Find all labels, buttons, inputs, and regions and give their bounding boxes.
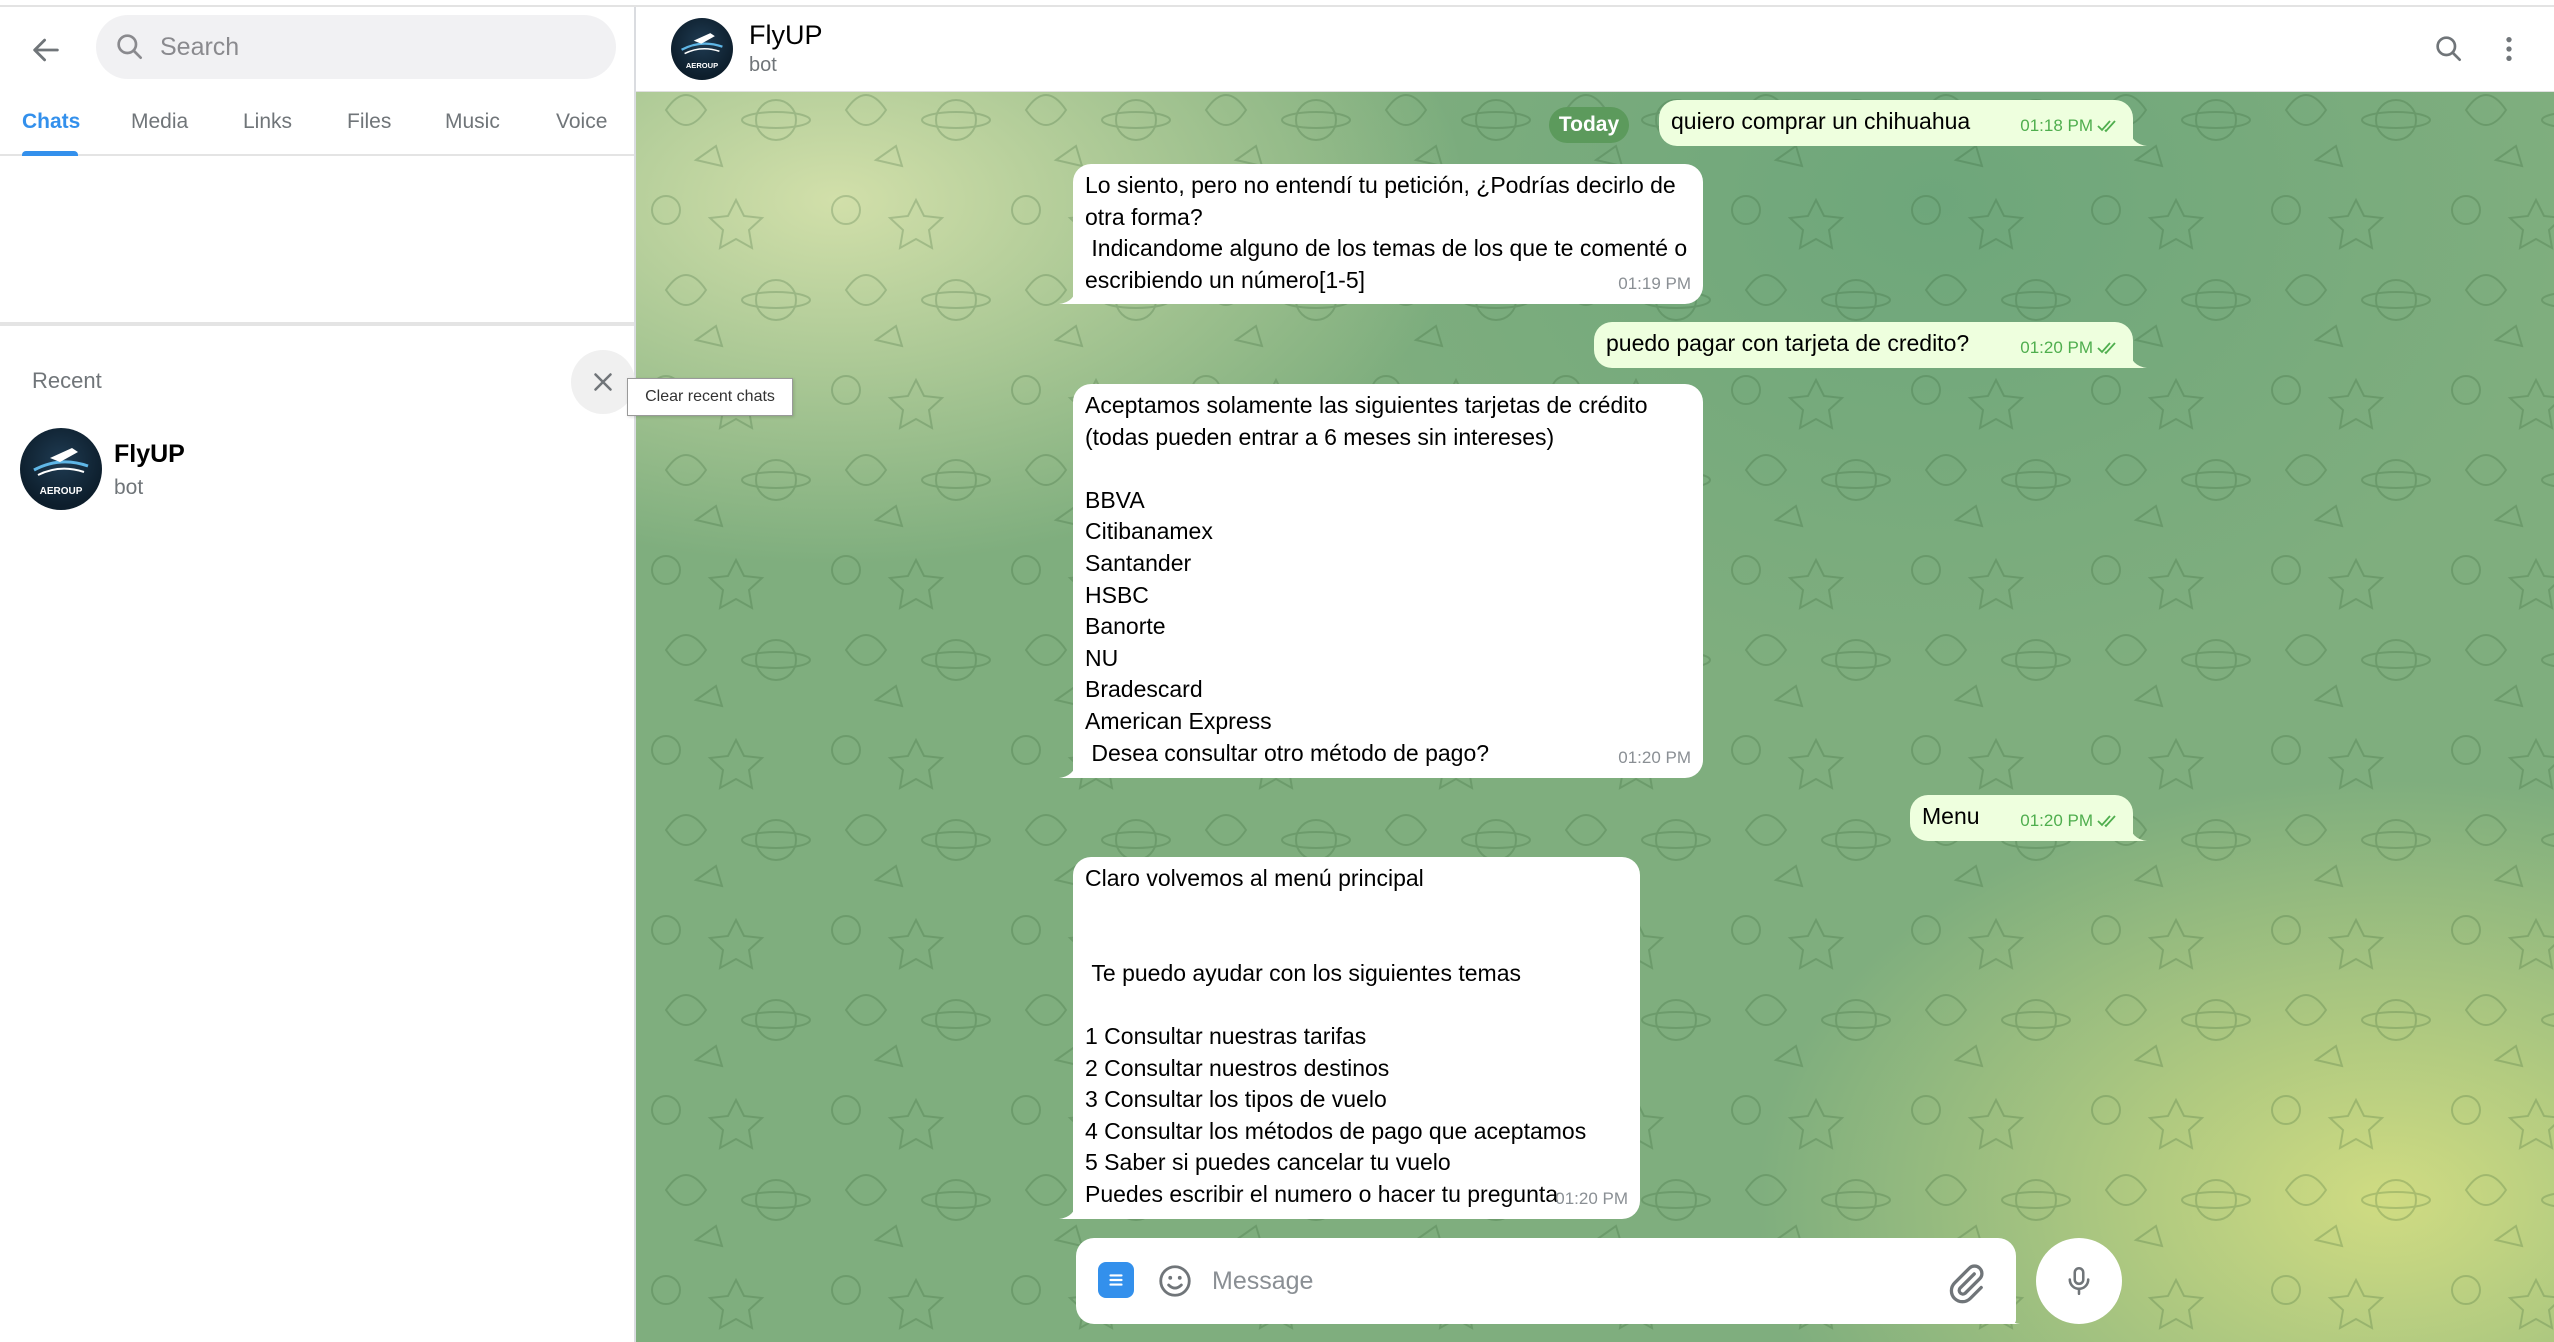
- message-input[interactable]: [1212, 1238, 1572, 1324]
- message-text: Aceptamos solamente las siguientes tarje…: [1085, 392, 1648, 766]
- recent-chat-name: FlyUP: [114, 440, 185, 468]
- bubble-tail: [2129, 823, 2147, 841]
- outgoing-message[interactable]: puedo pagar con tarjeta de credito? 01:2…: [1594, 322, 2147, 368]
- message-text: quiero comprar un chihuahua: [1671, 108, 1971, 134]
- message-meta: 01:20 PM: [1555, 1183, 1628, 1215]
- bubble-tail: [1059, 760, 1077, 778]
- chat-more-button[interactable]: [2486, 26, 2532, 72]
- bubble-tail: [1059, 286, 1077, 304]
- search-box[interactable]: [96, 15, 616, 79]
- outgoing-message[interactable]: quiero comprar un chihuahua 01:18 PM: [1659, 100, 2147, 146]
- search-icon: [2436, 36, 2461, 61]
- message-text: Claro volvemos al menú principal Te pued…: [1085, 865, 1587, 1207]
- svg-text:AEROUP: AEROUP: [686, 61, 718, 70]
- search-icon: [117, 34, 142, 59]
- message-time: 01:20 PM: [1555, 1189, 1628, 1209]
- message-text: Lo siento, pero no entendí tu petición, …: [1085, 172, 1688, 293]
- section-divider: [0, 322, 634, 326]
- left-sidebar: Chats Media Links Files Music Voice Rece…: [0, 0, 793, 1342]
- message-text: puedo pagar con tarjeta de credito?: [1606, 330, 1970, 356]
- message-time: 01:20 PM: [2020, 338, 2093, 358]
- clear-recent-button[interactable]: [571, 350, 635, 414]
- bubble-tail: [1059, 1201, 1077, 1219]
- chat-avatar[interactable]: AEROUP: [671, 18, 733, 80]
- recent-chat-item[interactable]: AEROUP FlyUP bot: [18, 426, 618, 510]
- message-time: 01:20 PM: [2020, 811, 2093, 831]
- more-vertical-icon: [2506, 37, 2512, 61]
- avatar: AEROUP: [20, 428, 102, 510]
- tab-media[interactable]: Media: [131, 110, 188, 150]
- message-text: Menu: [1922, 803, 1980, 829]
- tab-voice[interactable]: Voice: [556, 110, 607, 150]
- tab-chats[interactable]: Chats: [22, 110, 80, 150]
- incoming-message[interactable]: Aceptamos solamente las siguientes tarje…: [1059, 384, 1703, 778]
- recent-heading: Recent: [32, 368, 102, 393]
- chat-header: AEROUP FlyUP bot: [636, 0, 2554, 92]
- incoming-message[interactable]: Lo siento, pero no entendí tu petición, …: [1059, 164, 1703, 304]
- date-separator: Today: [1549, 107, 1629, 143]
- outgoing-message[interactable]: Menu 01:20 PM: [1910, 795, 2147, 841]
- message-meta: 01:18 PM: [2020, 110, 2121, 142]
- search-tabs: Chats Media Links Files Music Voice: [0, 92, 634, 156]
- message-meta: 01:20 PM: [1618, 742, 1691, 774]
- incoming-message[interactable]: Claro volvemos al menú principal Te pued…: [1059, 857, 1640, 1219]
- message-meta: 01:20 PM: [2020, 332, 2121, 364]
- menu-icon: [1109, 1274, 1123, 1286]
- double-check-icon: [2097, 120, 2116, 133]
- double-check-icon: [2097, 815, 2116, 828]
- chat-search-button[interactable]: [2426, 26, 2472, 72]
- close-icon: [594, 373, 612, 391]
- chat-panel: AEROUP FlyUP bot Today quiero comprar un…: [636, 0, 2554, 1342]
- bubble-tail: [2129, 128, 2147, 146]
- voice-record-button[interactable]: [2036, 1238, 2122, 1324]
- window-top-border: [0, 0, 2554, 7]
- double-check-icon: [2097, 342, 2116, 355]
- active-tab-indicator: [22, 151, 78, 156]
- tab-links[interactable]: Links: [243, 110, 292, 150]
- bubble-tail: [2002, 1306, 2020, 1324]
- emoji-icon[interactable]: [1156, 1262, 1194, 1300]
- tab-music[interactable]: Music: [445, 110, 500, 150]
- message-time: 01:18 PM: [2020, 116, 2093, 136]
- message-meta: 01:20 PM: [2020, 805, 2121, 837]
- attach-icon[interactable]: [1944, 1262, 1988, 1306]
- search-input[interactable]: [160, 15, 590, 79]
- message-time: 01:19 PM: [1618, 274, 1691, 294]
- back-button[interactable]: [18, 22, 74, 78]
- message-meta: 01:19 PM: [1618, 268, 1691, 300]
- svg-text:AEROUP: AEROUP: [40, 486, 83, 497]
- microphone-icon: [2068, 1266, 2090, 1296]
- aeroup-logo-icon: AEROUP: [681, 33, 723, 70]
- tab-files[interactable]: Files: [347, 110, 391, 150]
- recent-chat-subtitle: bot: [114, 476, 144, 499]
- back-arrow-icon: [33, 38, 59, 62]
- chat-title[interactable]: FlyUP: [749, 20, 823, 51]
- chat-status: bot: [749, 54, 777, 76]
- aeroup-logo-icon: AEROUP: [33, 448, 89, 497]
- telegram-app: Chats Media Links Files Music Voice Rece…: [0, 0, 2554, 1342]
- message-composer: [1076, 1238, 1674, 1324]
- clear-recent-tooltip: Clear recent chats: [627, 378, 793, 416]
- bubble-tail: [2129, 350, 2147, 368]
- message-time: 01:20 PM: [1618, 748, 1691, 768]
- bot-menu-button[interactable]: [1098, 1262, 1134, 1298]
